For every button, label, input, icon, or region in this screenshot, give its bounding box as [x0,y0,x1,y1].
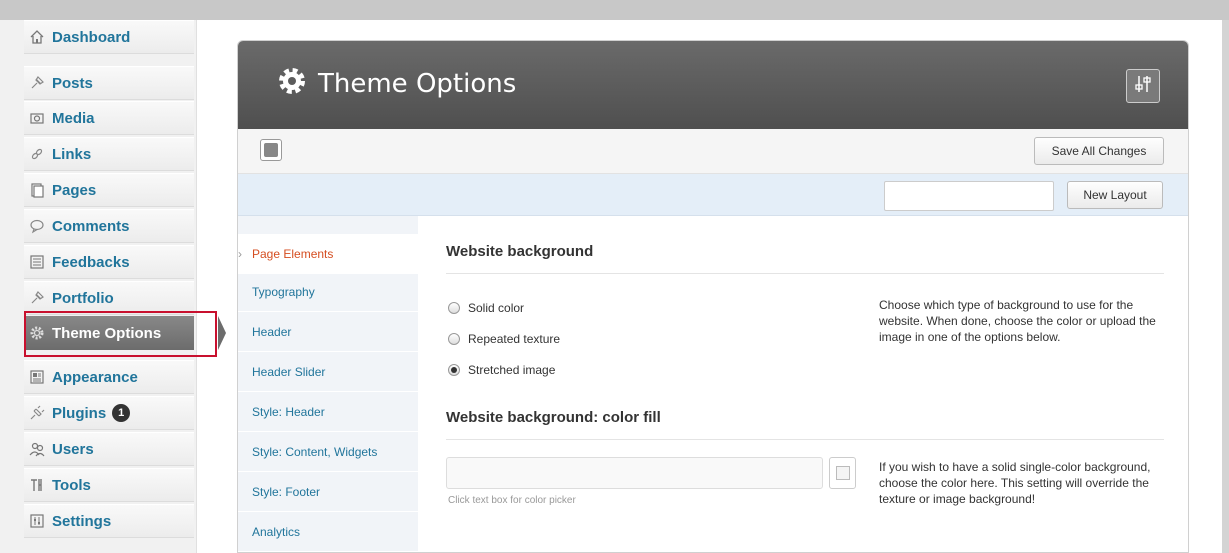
sliders-icon [1132,73,1154,100]
active-indicator-arrow [218,316,226,350]
tab-label: Header Slider [252,364,326,379]
section-divider [446,273,1164,274]
house-icon [28,28,46,46]
sidebar-item-plugins[interactable]: Plugins 1 [24,396,194,430]
swatch-square [835,466,850,480]
pin-icon [28,289,46,307]
square-icon [264,143,278,157]
camera-icon [28,109,46,127]
sidebar-item-feedbacks[interactable]: Feedbacks [24,245,194,279]
comment-icon [28,217,46,235]
tab-header-slider[interactable]: Header Slider [238,352,418,392]
sidebar-item-label: Tools [52,476,91,494]
options-tabs: › Page Elements Typography Header Header… [238,216,418,552]
radio-repeated-texture[interactable]: Repeated texture [448,332,560,346]
tab-label: Style: Header [252,404,325,419]
highlight-box [24,311,217,357]
radio-button-checked[interactable] [448,364,460,376]
sidebar-item-appearance[interactable]: Appearance [24,360,194,394]
settings-icon [28,512,46,530]
appearance-icon [28,368,46,386]
sidebar-item-portfolio[interactable]: Portfolio [24,281,194,315]
sidebar-item-label: Posts [52,74,93,92]
color-fill-description: If you wish to have a solid single-color… [879,460,1151,506]
panel-header: Theme Options [238,41,1188,129]
tab-typography[interactable]: Typography [238,272,418,312]
gear-icon [276,65,308,102]
sidebar-item-label: Appearance [52,368,138,386]
tab-label: Header [252,324,292,339]
plug-icon [28,404,46,422]
feedback-icon [28,253,46,271]
sidebar-item-settings[interactable]: Settings [24,504,194,538]
radio-solid-color[interactable]: Solid color [448,301,524,315]
tab-style-footer[interactable]: Style: Footer [238,472,418,512]
sidebar-item-tools[interactable]: Tools [24,468,194,502]
sidebar-item-links[interactable]: Links [24,137,194,171]
tab-style-header[interactable]: Style: Header [238,392,418,432]
sidebar-item-label: Portfolio [52,289,114,307]
tab-header[interactable]: Header [238,312,418,352]
tab-label: Style: Footer [252,484,321,499]
section-divider [446,439,1164,440]
sidebar-item-label: Media [52,109,95,127]
panel-settings-button[interactable] [1126,69,1160,103]
color-picker-hint: Click text box for color picker [448,495,576,506]
pin-icon [28,74,46,92]
sidebar-item-label: Pages [52,181,97,199]
sidebar-item-label: Links [52,145,92,163]
color-swatch-button[interactable] [829,457,856,489]
sidebar-item-label: Plugins [52,404,107,422]
panel-toolbar: Save All Changes [238,129,1188,174]
layout-name-input[interactable] [884,181,1054,211]
sidebar-item-pages[interactable]: Pages [24,173,194,207]
radio-dot [451,367,457,373]
users-icon [28,440,46,458]
tab-label: Typography [252,284,315,299]
radio-label: Repeated texture [468,332,561,346]
radio-label: Solid color [468,301,525,315]
section-title-background: Website background [446,243,594,260]
tab-label: Analytics [252,524,301,539]
scrollbar-strip [1222,20,1229,553]
section-title-color-fill: Website background: color fill [446,409,661,426]
tools-icon [28,476,46,494]
tab-style-content-widgets[interactable]: Style: Content, Widgets [238,432,418,472]
color-fill-input[interactable] [446,457,823,489]
tab-label: Style: Content, Widgets [252,444,378,459]
radio-label: Stretched image [468,363,556,377]
sidebar-item-label: Feedbacks [52,253,130,271]
options-content: Website background Solid color Repeated … [418,216,1188,552]
chevron-right-icon: › [238,246,242,261]
admin-top-bar [0,0,1229,20]
sidebar-item-dashboard[interactable]: Dashboard [24,20,194,54]
page-title-text: Theme Options [318,68,517,99]
pages-icon [28,181,46,199]
background-type-description: Choose which type of background to use f… [879,298,1156,344]
save-all-changes-button[interactable]: Save All Changes [1034,137,1164,165]
sidebar-item-media[interactable]: Media [24,101,194,135]
update-count-badge: 1 [112,404,131,422]
tab-analytics[interactable]: Analytics [238,512,418,552]
sidebar-item-users[interactable]: Users [24,432,194,466]
radio-button[interactable] [448,302,460,314]
layout-toolbar: New Layout [238,174,1188,216]
sidebar-item-label: Dashboard [52,28,131,46]
link-icon [28,145,46,163]
radio-stretched-image[interactable]: Stretched image [448,363,555,377]
sidebar-item-label: Settings [52,512,112,530]
toggle-layout-button[interactable] [260,139,282,161]
page-title: Theme Options [276,65,516,102]
new-layout-button[interactable]: New Layout [1067,181,1163,209]
sidebar-item-posts[interactable]: Posts [24,66,194,100]
radio-button[interactable] [448,333,460,345]
tab-page-elements[interactable]: › Page Elements [238,234,418,274]
sidebar-item-label: Users [52,440,94,458]
tab-label: Page Elements [252,246,334,261]
admin-sidebar: Dashboard Posts Media Links Pages Commen… [0,20,226,553]
sidebar-item-comments[interactable]: Comments [24,209,194,243]
sidebar-item-label: Comments [52,217,130,235]
theme-options-panel: Theme Options Save All Changes New Layou… [237,40,1189,553]
